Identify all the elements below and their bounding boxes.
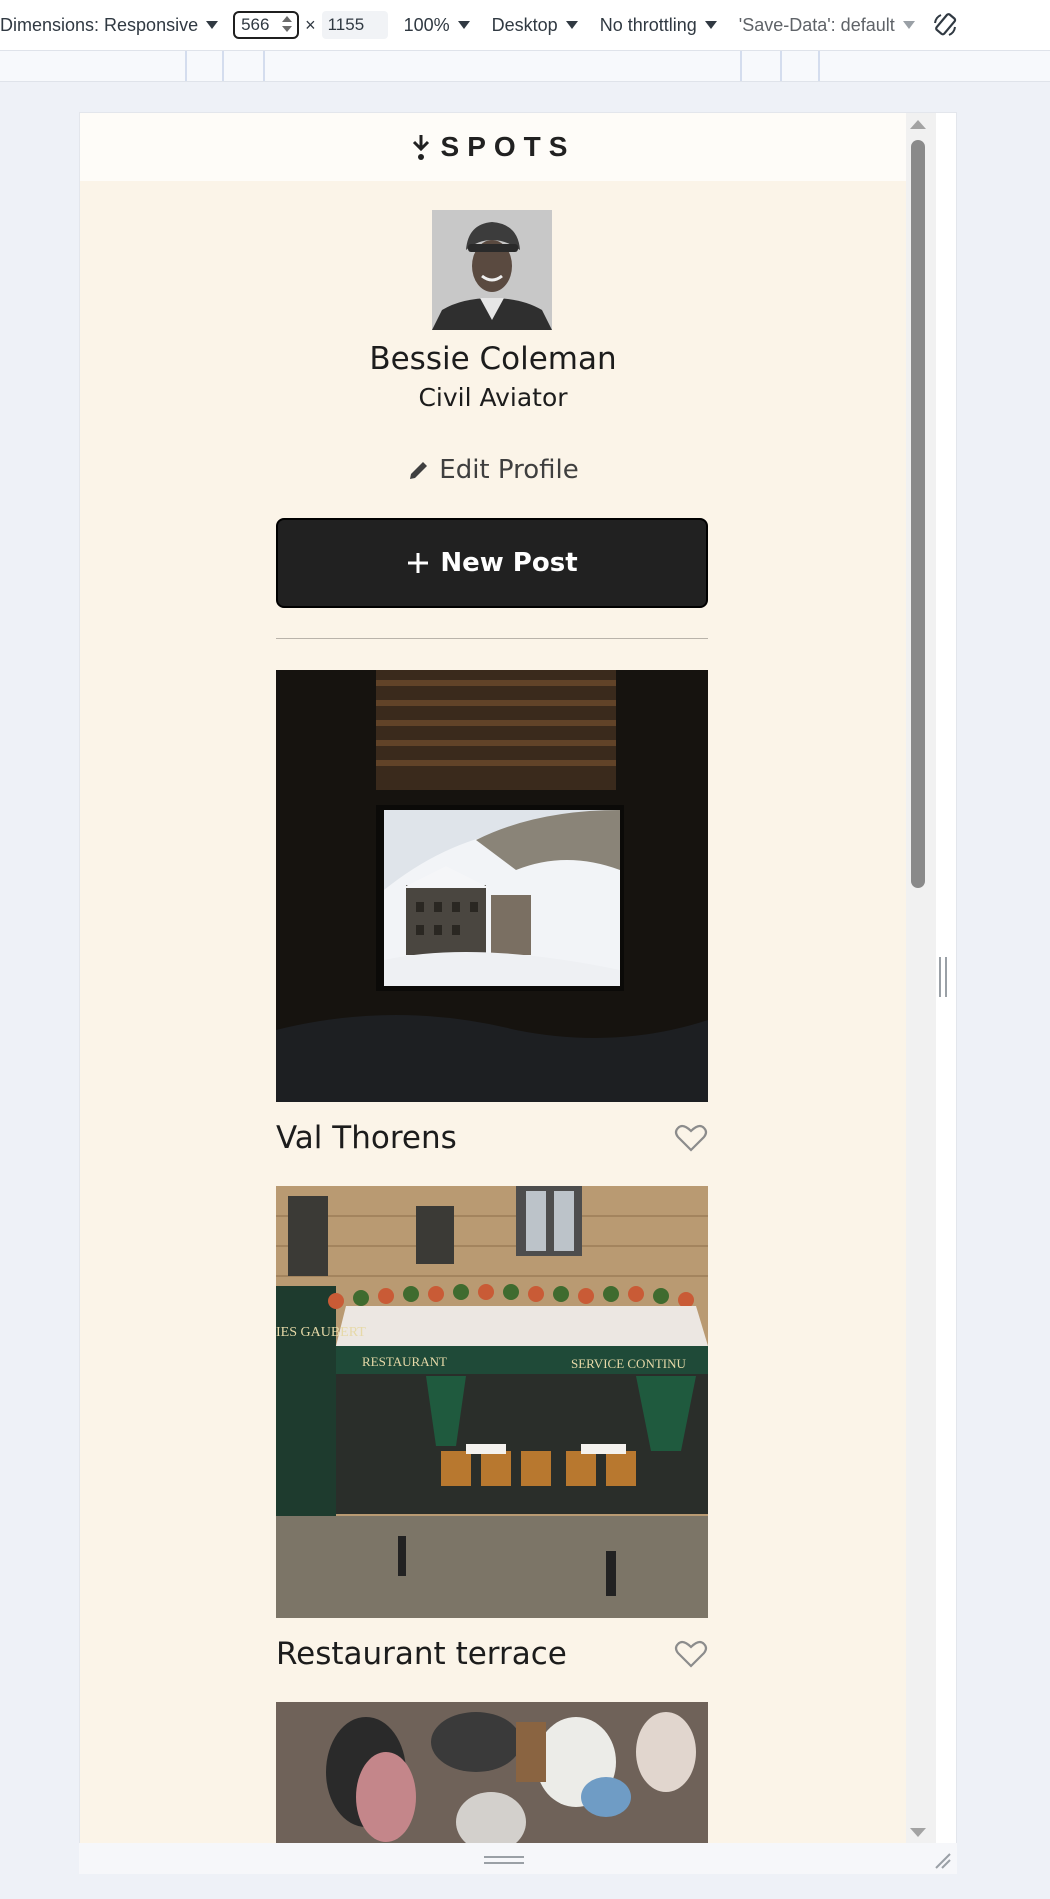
avatar — [432, 210, 552, 330]
zoom-label: 100% — [403, 14, 450, 35]
dimensions-dropdown[interactable]: Dimensions: Responsive — [0, 14, 219, 36]
rotate-icon[interactable] — [931, 11, 959, 39]
height-input[interactable]: 1155 — [321, 11, 388, 39]
profile-title: Civil Aviator — [418, 383, 568, 412]
resize-handle-bottom[interactable] — [484, 1856, 524, 1866]
chevron-down-icon — [206, 21, 219, 29]
resize-corner-icon[interactable] — [932, 1850, 952, 1870]
save-data-dropdown[interactable]: 'Save-Data': default — [739, 15, 915, 36]
sign-left: RESTAURANT — [362, 1354, 447, 1369]
chevron-down-icon — [902, 21, 915, 29]
save-data-label: 'Save-Data': default — [738, 14, 895, 35]
spinner-icon[interactable] — [282, 16, 293, 32]
pencil-icon — [410, 462, 428, 479]
post-image[interactable] — [276, 670, 708, 1102]
post-title: Val Thorens — [276, 1120, 457, 1156]
divider — [276, 638, 708, 639]
devtools-toolbar: Dimensions: Responsive 566 × 1155 100% D… — [0, 0, 1050, 51]
device-label: Desktop — [491, 14, 558, 35]
heart-icon[interactable] — [674, 1639, 708, 1669]
logo-text: SPOTS — [440, 131, 576, 162]
dimensions-label: Dimensions: Responsive — [0, 14, 199, 35]
heart-icon[interactable] — [674, 1123, 708, 1153]
sign-right: SERVICE CONTINU — [571, 1356, 686, 1371]
width-value: 566 — [241, 15, 270, 34]
post-title: Restaurant terrace — [276, 1636, 567, 1672]
device-dropdown[interactable]: Desktop — [492, 15, 578, 36]
height-value: 1155 — [327, 15, 365, 34]
site-header: SPOTS — [80, 113, 906, 181]
scrollbar-thumb[interactable] — [911, 140, 925, 888]
post-card — [276, 1702, 708, 1843]
edit-profile-label: Edit Profile — [439, 455, 579, 485]
logo-arrow-icon — [412, 135, 429, 160]
media-query-ruler[interactable] — [0, 51, 1050, 82]
new-post-button[interactable]: New Post — [276, 518, 708, 608]
zoom-dropdown[interactable]: 100% — [404, 15, 470, 36]
sign-side: IES GAUBERT — [276, 1325, 366, 1340]
logo[interactable]: SPOTS — [411, 131, 576, 163]
throttling-label: No throttling — [599, 14, 697, 35]
post-caption: Restaurant terrace — [276, 1618, 708, 1690]
scroll-up-icon[interactable] — [910, 120, 926, 129]
post-caption: Val Thorens — [276, 1102, 708, 1174]
width-input[interactable]: 566 — [233, 11, 300, 39]
post-image[interactable]: RESTAURANT SERVICE CONTINU IES GAUBERT — [276, 1186, 708, 1618]
plus-icon — [408, 553, 429, 573]
new-post-label: New Post — [440, 548, 578, 578]
throttling-dropdown[interactable]: No throttling — [600, 15, 717, 36]
chevron-down-icon — [457, 21, 470, 29]
page-viewport: SPOTS Bessie Coleman Civil Aviator Edit … — [80, 113, 906, 1843]
chevron-down-icon — [565, 21, 578, 29]
times-sign: × — [305, 14, 316, 35]
post-card: Val Thorens — [276, 670, 708, 1174]
chevron-down-icon — [704, 21, 717, 29]
post-image[interactable] — [276, 1702, 708, 1843]
scroll-down-icon[interactable] — [910, 1828, 926, 1837]
resize-handle-right[interactable] — [937, 957, 957, 1001]
post-card: RESTAURANT SERVICE CONTINU IES GAUBERT R… — [276, 1186, 708, 1690]
profile-name: Bessie Coleman — [369, 341, 617, 377]
edit-profile-button[interactable]: Edit Profile — [80, 455, 906, 485]
